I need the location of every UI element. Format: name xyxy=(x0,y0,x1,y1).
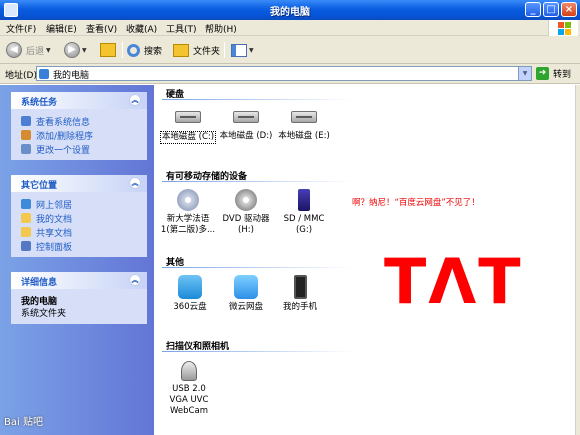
maximize-button[interactable]: □ xyxy=(543,2,559,17)
menu-help[interactable]: 帮助(H) xyxy=(205,22,237,35)
task-pane: 系统任务 ︽ 查看系统信息 添加/删除程序 更改一个设置 其它位置 ︽ 网上邻居… xyxy=(0,85,154,435)
add-remove-programs-link[interactable]: 添加/删除程序 xyxy=(21,128,147,142)
up-folder-icon xyxy=(100,43,116,57)
shared-documents-link[interactable]: 共享文档 xyxy=(21,225,147,239)
cd-icon xyxy=(177,189,199,211)
sd-card[interactable]: SD / MMC (G:) xyxy=(276,189,332,236)
group-divider xyxy=(162,351,354,352)
window-border xyxy=(575,85,580,435)
menu-view[interactable]: 查看(V) xyxy=(86,22,117,35)
programs-icon xyxy=(21,130,31,140)
toolbar-divider xyxy=(224,42,225,58)
minimize-button[interactable]: _ xyxy=(525,2,541,17)
documents-icon xyxy=(21,213,31,223)
change-setting-link[interactable]: 更改一个设置 xyxy=(21,142,147,156)
chevron-down-icon: ▼ xyxy=(46,46,51,54)
weiyun[interactable]: 微云网盘 xyxy=(218,275,274,313)
address-input[interactable]: 我的电脑 ▼ xyxy=(36,66,532,81)
weiyun-icon xyxy=(234,275,258,299)
menu-file[interactable]: 文件(F) xyxy=(6,22,36,35)
my-documents-link[interactable]: 我的文档 xyxy=(21,211,147,225)
chevron-down-icon: ▼ xyxy=(82,46,87,54)
drive-d[interactable]: 本地磁盘 (D:) xyxy=(218,105,274,142)
drive-e[interactable]: 本地磁盘 (E:) xyxy=(276,105,332,142)
my-phone[interactable]: 我的手机 xyxy=(272,275,328,313)
folder-icon xyxy=(173,43,189,57)
control-panel-icon xyxy=(21,144,31,154)
toolbar-divider xyxy=(122,42,123,58)
hard-drive-icon xyxy=(233,111,259,123)
windows-logo-icon xyxy=(548,20,578,36)
network-places-link[interactable]: 网上邻居 xyxy=(21,197,147,211)
dvd-drive[interactable]: DVD 驱动器 (H:) xyxy=(218,189,274,236)
search-button[interactable]: 搜索 xyxy=(127,41,162,59)
back-button[interactable]: ◀ 后退 ▼ xyxy=(6,41,51,59)
360-cloud-icon xyxy=(178,275,202,299)
view-system-info-link[interactable]: 查看系统信息 xyxy=(21,114,147,128)
go-button[interactable]: ➜ 转到 xyxy=(536,67,571,80)
cd-drive[interactable]: 新大学法语1(第二版)多... xyxy=(160,189,216,236)
views-icon xyxy=(231,43,247,57)
forward-button[interactable]: ▶ ▼ xyxy=(64,41,87,59)
group-divider xyxy=(162,99,354,100)
address-label: 地址(D) xyxy=(5,71,37,81)
views-button[interactable]: ▼ xyxy=(231,41,254,59)
control-panel-icon xyxy=(21,241,31,251)
back-arrow-icon: ◀ xyxy=(6,42,22,58)
collapse-icon[interactable]: ︽ xyxy=(129,94,141,106)
title-bar: 我的电脑 _ □ × xyxy=(0,0,580,20)
hard-drive-icon xyxy=(291,111,317,123)
system-tasks-panel: 系统任务 ︽ 查看系统信息 添加/删除程序 更改一个设置 xyxy=(11,92,147,160)
close-button[interactable]: × xyxy=(561,2,577,17)
chevron-down-icon[interactable]: ▼ xyxy=(518,67,531,80)
chevron-down-icon: ▼ xyxy=(249,46,254,54)
explorer-window: 我的电脑 _ □ × 文件(F) 编辑(E) 查看(V) 收藏(A) 工具(T)… xyxy=(0,0,580,435)
toolbar: ◀ 后退 ▼ ▶ ▼ 搜索 文件夹 ▼ xyxy=(0,36,580,64)
cloud-360[interactable]: 360云盘 xyxy=(162,275,218,313)
menu-edit[interactable]: 编辑(E) xyxy=(46,22,77,35)
webcam[interactable]: USB 2.0 VGA UVC WebCam xyxy=(162,361,216,417)
collapse-icon[interactable]: ︽ xyxy=(129,177,141,189)
system-info-icon xyxy=(21,116,31,126)
details-panel: 详细信息 ︽ 我的电脑 系统文件夹 xyxy=(11,272,147,324)
address-bar: 地址(D) 我的电脑 ▼ ➜ 转到 xyxy=(0,64,580,84)
group-divider xyxy=(162,267,354,268)
annotation-face: TɅT xyxy=(384,245,523,318)
other-places-panel: 其它位置 ︽ 网上邻居 我的文档 共享文档 控制面板 xyxy=(11,175,147,257)
hard-drive-icon xyxy=(175,111,201,123)
panel-header[interactable]: 其它位置 ︽ xyxy=(11,175,147,192)
folders-button[interactable]: 文件夹 xyxy=(173,41,220,59)
panel-header[interactable]: 系统任务 ︽ xyxy=(11,92,147,109)
annotation-note: 啊？纳尼！“百度云网盘”不见了！ xyxy=(352,198,480,208)
dvd-icon xyxy=(235,189,257,211)
drive-c[interactable]: 本地磁盘 (C:) xyxy=(160,105,216,144)
control-panel-link[interactable]: 控制面板 xyxy=(21,239,147,253)
webcam-icon xyxy=(181,361,197,381)
sd-card-icon xyxy=(298,189,310,211)
detail-text: 系统文件夹 xyxy=(21,309,67,319)
phone-icon xyxy=(293,275,307,299)
go-arrow-icon: ➜ xyxy=(536,67,549,80)
network-icon xyxy=(21,199,31,209)
shared-folder-icon xyxy=(21,227,31,237)
watermark: Bai 贴吧 xyxy=(4,417,43,428)
menu-tools[interactable]: 工具(T) xyxy=(166,22,197,35)
search-icon xyxy=(127,43,140,57)
panel-header[interactable]: 详细信息 ︽ xyxy=(11,272,147,289)
detail-title: 我的电脑 xyxy=(21,297,58,307)
up-folder-button[interactable] xyxy=(100,41,116,59)
my-computer-icon xyxy=(39,69,49,79)
collapse-icon[interactable]: ︽ xyxy=(129,274,141,286)
window-title: 我的电脑 xyxy=(270,7,310,18)
menu-bar: 文件(F) 编辑(E) 查看(V) 收藏(A) 工具(T) 帮助(H) xyxy=(0,20,580,36)
group-divider xyxy=(162,181,354,182)
content-area: 硬盘 本地磁盘 (C:) 本地磁盘 (D:) 本地磁盘 (E:) 有可移动存储的… xyxy=(154,85,580,435)
forward-arrow-icon: ▶ xyxy=(64,42,80,58)
menu-favorites[interactable]: 收藏(A) xyxy=(126,22,157,35)
